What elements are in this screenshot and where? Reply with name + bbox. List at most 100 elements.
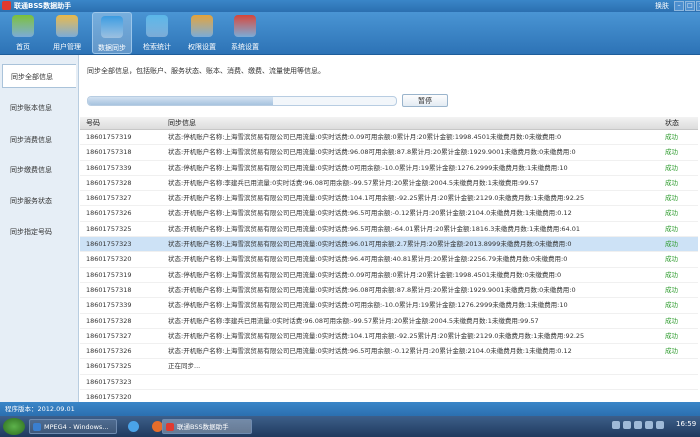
lock-icon bbox=[191, 15, 213, 37]
cell-number: 18601757327 bbox=[86, 194, 132, 203]
table-row[interactable]: 18601757327 状态:开机账户名称:上海雪滨贸易有限公司已用流量:0实时话… bbox=[80, 191, 698, 207]
header-status: 状态 bbox=[665, 119, 679, 127]
browser-icon[interactable] bbox=[128, 421, 139, 432]
table-row[interactable]: 18601757328 状态:开机账户名称:李建兵已用流量:0实时话费:96.08… bbox=[80, 314, 698, 329]
cell-status: 成功 bbox=[665, 316, 678, 325]
cell-sync-info: 状态:开机账户名称:上海雪滨贸易有限公司已用流量:0实时话费:96.5可用余额:… bbox=[168, 209, 572, 218]
cell-number: 18601757326 bbox=[86, 209, 132, 218]
sidebar-item-sync-payment[interactable]: 同步缴费信息 bbox=[2, 158, 76, 182]
table-row[interactable]: 18601757326 状态:开机账户名称:上海雪滨贸易有限公司已用流量:0实时话… bbox=[80, 206, 698, 222]
cell-number: 18601757339 bbox=[86, 301, 132, 310]
cell-number: 18601757319 bbox=[86, 133, 132, 141]
table-row[interactable]: 18601757339 状态:停机账户名称:上海雪滨贸易有限公司已用流量:0实时话… bbox=[80, 161, 698, 176]
cell-sync-info: 状态:开机账户名称:上海雪滨贸易有限公司已用流量:0实时话费:96.4可用余额:… bbox=[168, 255, 568, 264]
maximize-button[interactable]: □ bbox=[685, 1, 695, 11]
table-body: 18601757319 状态:停机账户名称:上海雪滨贸易有限公司已用流量:0实时话… bbox=[80, 130, 698, 406]
cell-status: 成功 bbox=[665, 240, 678, 249]
windows-icon bbox=[234, 15, 256, 37]
table-row[interactable]: 18601757326 状态:开机账户名称:上海雪滨贸易有限公司已用流量:0实时话… bbox=[80, 344, 698, 360]
cell-number: 18601757325 bbox=[86, 362, 132, 371]
table-row[interactable]: 18601757319 状态:停机账户名称:上海雪滨贸易有限公司已用流量:0实时话… bbox=[80, 130, 698, 146]
table-header: 号码 同步信息 状态 bbox=[80, 117, 698, 130]
title-bar: 联通BSS数据助手 换肤 – □ × bbox=[0, 0, 700, 12]
tray-icon[interactable] bbox=[623, 421, 631, 429]
tray-icon[interactable] bbox=[612, 421, 620, 429]
sidebar-item-sync-all[interactable]: 同步全部信息 bbox=[2, 64, 76, 88]
task-bss-helper[interactable]: 联通BSS数据助手 bbox=[162, 419, 252, 434]
cell-number: 18601757325 bbox=[86, 224, 132, 233]
window-controls: – □ × bbox=[674, 1, 700, 11]
table-row[interactable]: 18601757323 状态:开机账户名称:上海雪滨贸易有限公司已用流量:0实时话… bbox=[80, 237, 698, 253]
task-mpeg4[interactable]: MPEG4 - Windows... bbox=[29, 419, 117, 434]
clock: 16:59 bbox=[676, 420, 697, 428]
cell-number: 18601757327 bbox=[86, 331, 132, 340]
sidebar-item-sync-ledger[interactable]: 同步账本信息 bbox=[2, 96, 76, 120]
table-row[interactable]: 18601757327 状态:开机账户名称:上海雪滨贸易有限公司已用流量:0实时话… bbox=[80, 329, 698, 345]
sync-icon bbox=[101, 16, 123, 38]
tool-home[interactable]: 首页 bbox=[3, 12, 43, 54]
cell-number: 18601757320 bbox=[86, 255, 132, 264]
close-button[interactable]: × bbox=[696, 1, 700, 11]
tool-user-manage[interactable]: 用户管理 bbox=[47, 12, 87, 54]
table-row[interactable]: 18601757325 正在同步... bbox=[80, 359, 698, 375]
tray-icon[interactable] bbox=[634, 421, 642, 429]
tray-icon[interactable] bbox=[645, 421, 653, 429]
cell-status: 成功 bbox=[665, 285, 678, 294]
cell-number: 18601757326 bbox=[86, 347, 132, 356]
cell-number: 18601757323 bbox=[86, 240, 132, 249]
task-label: 联通BSS数据助手 bbox=[177, 423, 229, 431]
taskbar: MPEG4 - Windows... 联通BSS数据助手 16:59 bbox=[0, 416, 700, 437]
skin-button[interactable]: 换肤 bbox=[655, 1, 669, 11]
tool-label: 系统设置 bbox=[231, 43, 259, 51]
pause-button[interactable]: 暂停 bbox=[402, 94, 448, 107]
sidebar-item-sync-service-status[interactable]: 同步服务状态 bbox=[2, 189, 76, 213]
cell-sync-info: 状态:停机账户名称:上海雪滨贸易有限公司已用流量:0实时话费:0.09可用余额:… bbox=[168, 133, 562, 141]
home-icon bbox=[12, 15, 34, 37]
cell-sync-info: 状态:开机账户名称:上海雪滨贸易有限公司已用流量:0实时话费:96.08可用余额… bbox=[168, 285, 576, 294]
app-logo-icon bbox=[2, 1, 11, 10]
cell-sync-info: 状态:开机账户名称:李建兵已用流量:0实时话费:96.08可用余额:-99.57… bbox=[168, 178, 539, 187]
cell-sync-info: 状态:停机账户名称:上海雪滨贸易有限公司已用流量:0实时话费:0.09可用余额:… bbox=[168, 270, 562, 279]
task-label: MPEG4 - Windows... bbox=[44, 423, 109, 431]
tool-system[interactable]: 系统设置 bbox=[225, 12, 265, 54]
progress-fill bbox=[88, 97, 273, 105]
cell-status: 成功 bbox=[665, 255, 678, 264]
tray-icon[interactable] bbox=[656, 421, 664, 429]
table-row[interactable]: 18601757325 状态:开机账户名称:上海雪滨贸易有限公司已用流量:0实时话… bbox=[80, 222, 698, 238]
tool-label: 检索统计 bbox=[143, 43, 171, 51]
table-row[interactable]: 18601757320 状态:开机账户名称:上海雪滨贸易有限公司已用流量:0实时话… bbox=[80, 252, 698, 268]
minimize-button[interactable]: – bbox=[674, 1, 684, 11]
cell-number: 18601757319 bbox=[86, 270, 132, 279]
sync-progress-bar bbox=[87, 96, 397, 106]
tool-data-sync[interactable]: 数据同步 bbox=[92, 12, 132, 54]
media-player-icon bbox=[33, 423, 41, 431]
sidebar-item-sync-consumption[interactable]: 同步消费信息 bbox=[2, 128, 76, 152]
tool-permission[interactable]: 权限设置 bbox=[182, 12, 222, 54]
users-icon bbox=[56, 15, 78, 37]
main-toolbar: 首页 用户管理 数据同步 检索统计 权限设置 系统设置 bbox=[0, 12, 700, 55]
sidebar-item-sync-number[interactable]: 同步指定号码 bbox=[2, 220, 76, 244]
system-tray bbox=[612, 421, 672, 432]
cell-status: 成功 bbox=[665, 178, 678, 187]
cell-status: 成功 bbox=[665, 194, 678, 203]
table-row[interactable]: 18601757328 状态:开机账户名称:李建兵已用流量:0实时话费:96.08… bbox=[80, 176, 698, 192]
table-row[interactable]: 18601757319 状态:停机账户名称:上海雪滨贸易有限公司已用流量:0实时话… bbox=[80, 268, 698, 283]
cell-status: 成功 bbox=[665, 331, 678, 340]
header-number: 号码 bbox=[86, 119, 100, 127]
main-panel: 同步全部信息，包括账户、服务状态、账本、消费、缴费、流量使用等信息。 暂停 号码… bbox=[79, 55, 700, 406]
window-title: 联通BSS数据助手 bbox=[14, 2, 72, 10]
cell-sync-info: 状态:开机账户名称:上海雪滨贸易有限公司已用流量:0实时话费:96.5可用余额:… bbox=[168, 347, 572, 356]
cell-sync-info: 状态:开机账户名称:上海雪滨贸易有限公司已用流量:0实时话费:96.5可用余额:… bbox=[168, 224, 581, 233]
table-row[interactable]: 18601757318 状态:开机账户名称:上海雪滨贸易有限公司已用流量:0实时话… bbox=[80, 283, 698, 299]
tool-search-stats[interactable]: 检索统计 bbox=[137, 12, 177, 54]
tool-label: 数据同步 bbox=[98, 44, 126, 52]
app-logo-icon bbox=[166, 423, 174, 431]
monitor-icon bbox=[146, 15, 168, 37]
table-row[interactable]: 18601757323 bbox=[80, 375, 698, 391]
table-row[interactable]: 18601757318 状态:开机账户名称:上海雪滨贸易有限公司已用流量:0实时话… bbox=[80, 145, 698, 161]
start-button[interactable] bbox=[3, 418, 25, 435]
table-row[interactable]: 18601757339 状态:停机账户名称:上海雪滨贸易有限公司已用流量:0实时话… bbox=[80, 298, 698, 314]
header-sync-info: 同步信息 bbox=[168, 119, 196, 127]
cell-status: 成功 bbox=[665, 133, 678, 141]
sync-description: 同步全部信息，包括账户、服务状态、账本、消费、缴费、流量使用等信息。 bbox=[87, 67, 325, 75]
